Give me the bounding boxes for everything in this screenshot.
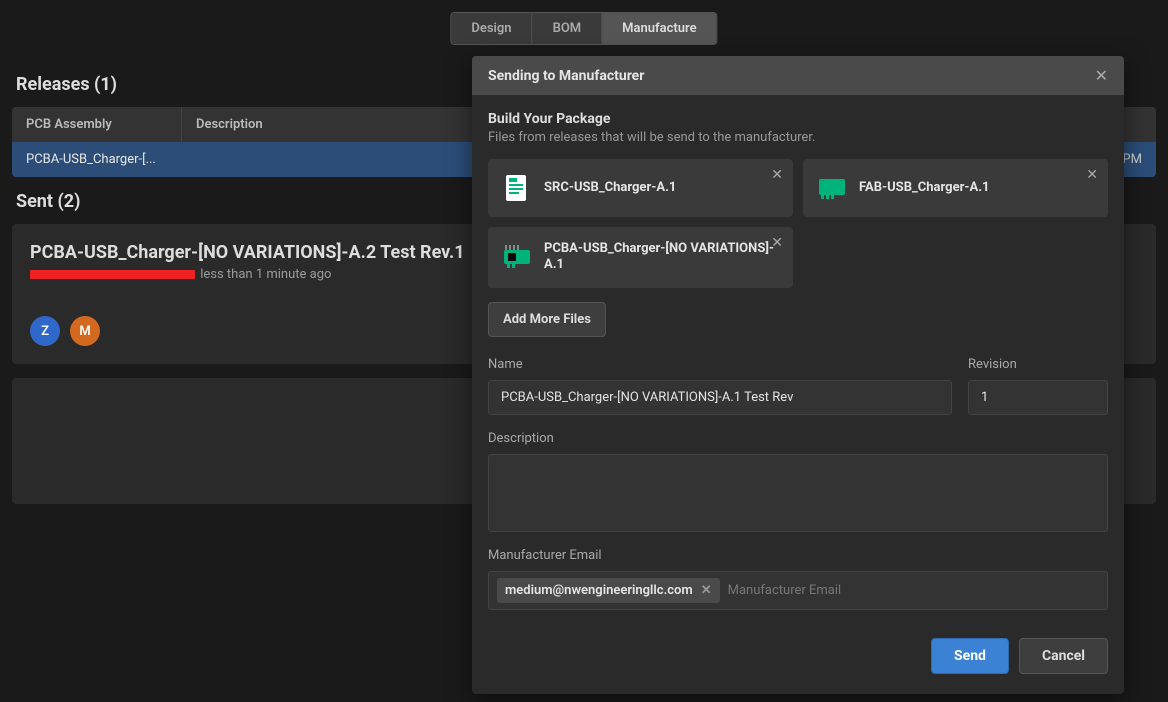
remove-file-icon[interactable]: ✕ (771, 167, 783, 183)
avatar[interactable]: M (70, 316, 100, 346)
pcba-file-icon (502, 242, 532, 272)
package-title: Build Your Package (488, 111, 1108, 127)
cancel-button[interactable]: Cancel (1019, 638, 1108, 674)
close-icon[interactable]: ✕ (1095, 66, 1108, 85)
dialog-title: Sending to Manufacturer (488, 68, 644, 84)
email-input-container[interactable]: medium@nwengineeringllc.com ✕ Manufactur… (488, 571, 1108, 610)
send-dialog: Sending to Manufacturer ✕ Build Your Pac… (472, 56, 1124, 694)
send-button[interactable]: Send (931, 638, 1009, 674)
row-pcb-name: PCBA-USB_Charger-[... (12, 142, 182, 177)
col-pcb-assembly: PCB Assembly (12, 107, 182, 142)
remove-file-icon[interactable]: ✕ (1086, 167, 1098, 183)
description-label: Description (488, 431, 1108, 446)
revision-input[interactable] (968, 380, 1108, 415)
file-card-pcba[interactable]: PCBA-USB_Charger-[NO VARIATIONS]-A.1 ✕ (488, 227, 793, 288)
file-card-src[interactable]: SRC-USB_Charger-A.1 ✕ (488, 159, 793, 217)
email-placeholder: Manufacturer Email (728, 583, 842, 598)
manufacturer-email-label: Manufacturer Email (488, 548, 1108, 563)
add-more-files-button[interactable]: Add More Files (488, 302, 606, 337)
file-grid: SRC-USB_Charger-A.1 ✕ FAB-USB_Charger-A.… (488, 159, 1108, 288)
description-input[interactable] (488, 454, 1108, 532)
revision-label: Revision (968, 357, 1108, 372)
remove-file-icon[interactable]: ✕ (771, 235, 783, 251)
view-tabs: Design BOM Manufacture (450, 12, 717, 45)
file-name: SRC-USB_Charger-A.1 (544, 180, 676, 196)
source-file-icon (502, 173, 532, 203)
tab-design[interactable]: Design (451, 13, 532, 44)
email-chip-text: medium@nwengineeringllc.com (505, 583, 693, 598)
redacted-author (30, 270, 195, 279)
sent-card-time: less than 1 minute ago (200, 267, 331, 282)
tab-manufacture[interactable]: Manufacture (602, 13, 716, 44)
file-name: PCBA-USB_Charger-[NO VARIATIONS]-A.1 (544, 241, 779, 274)
package-desc: Files from releases that will be send to… (488, 130, 1108, 145)
email-chip: medium@nwengineeringllc.com ✕ (497, 578, 720, 603)
avatar[interactable]: Z (30, 316, 60, 346)
fab-file-icon (817, 173, 847, 203)
name-input[interactable] (488, 380, 952, 415)
name-label: Name (488, 357, 952, 372)
file-card-fab[interactable]: FAB-USB_Charger-A.1 ✕ (803, 159, 1108, 217)
tab-bom[interactable]: BOM (533, 13, 603, 44)
file-name: FAB-USB_Charger-A.1 (859, 180, 989, 196)
remove-email-icon[interactable]: ✕ (701, 583, 712, 598)
